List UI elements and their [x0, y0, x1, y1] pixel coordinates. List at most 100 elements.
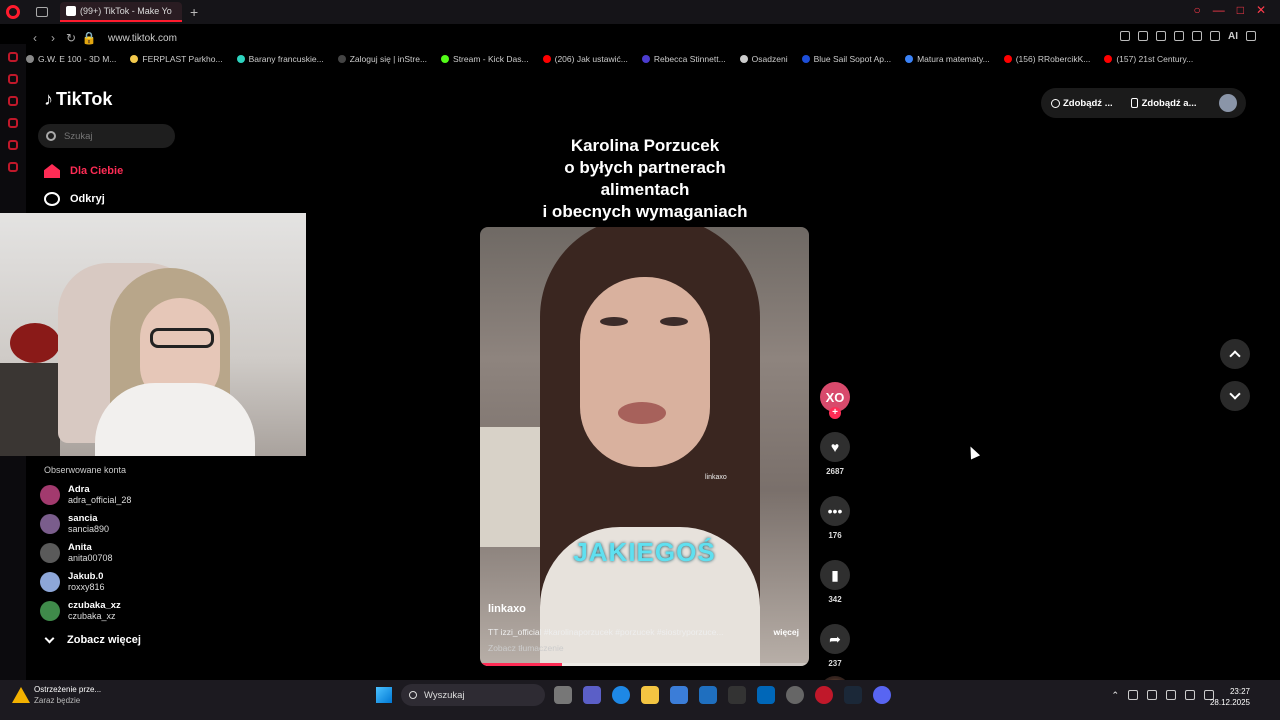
next-video-button[interactable]: [1220, 381, 1250, 411]
url-field[interactable]: www.tiktok.com: [108, 33, 177, 44]
sidebar-youtube-icon[interactable]: [8, 118, 18, 128]
extensions-icon[interactable]: [1192, 31, 1202, 41]
browser-tab[interactable]: (99+) TikTok - Make Yo: [60, 2, 182, 22]
back-button[interactable]: ‹: [26, 31, 44, 45]
nav-explore[interactable]: Odkryj: [44, 192, 105, 206]
lock-icon: 🔒: [81, 31, 97, 45]
search-box[interactable]: [38, 124, 175, 148]
followed-account[interactable]: czubaka_xz czubaka_xz: [40, 600, 121, 622]
menu-icon[interactable]: [1246, 31, 1256, 41]
app-icon[interactable]: [728, 686, 746, 704]
close-button[interactable]: ✕: [1256, 3, 1266, 17]
taskbar-search[interactable]: Wyszukaj: [401, 684, 545, 706]
tray-chevron-icon[interactable]: ⌃: [1111, 690, 1119, 701]
bookmark-item[interactable]: Matura matematy...: [905, 54, 990, 64]
opera-logo-icon[interactable]: [6, 5, 20, 19]
new-tab-button[interactable]: +: [190, 4, 198, 20]
bookmark-item[interactable]: (206) Jak ustawić...: [542, 54, 628, 64]
minimize-button[interactable]: —: [1213, 3, 1225, 17]
bookmark-item[interactable]: (156) RRobercikK...: [1003, 54, 1090, 64]
sidebar-instagram-icon[interactable]: [8, 74, 18, 84]
account-handle: adra_official_28: [68, 495, 132, 505]
forward-button[interactable]: ›: [44, 31, 62, 45]
followed-account[interactable]: Anita anita00708: [40, 542, 113, 564]
creator-avatar[interactable]: XO +: [820, 382, 850, 419]
maximize-button[interactable]: □: [1237, 3, 1244, 17]
video-progress-bar[interactable]: [480, 663, 809, 666]
shield-icon[interactable]: [1156, 31, 1166, 41]
opera-taskbar-icon[interactable]: [815, 686, 833, 704]
sidebar-messenger-icon[interactable]: [8, 52, 18, 62]
taskbar-search-label: Wyszukaj: [424, 689, 465, 701]
sidebar-whatsapp-icon[interactable]: [8, 96, 18, 106]
bookmark-icon[interactable]: [1120, 31, 1130, 41]
sidebar-x-icon[interactable]: [8, 140, 18, 150]
get-coins-label: Zdobądź ...: [1063, 97, 1113, 109]
bookmark-item[interactable]: Osadzeni: [739, 54, 788, 64]
network-icon[interactable]: [1185, 690, 1195, 700]
windows-start-button[interactable]: [376, 687, 392, 703]
tiktok-logo[interactable]: ♪ TikTok: [44, 89, 112, 110]
get-app-button[interactable]: Zdobądź a...: [1130, 97, 1197, 109]
bookmark-item[interactable]: FERPLAST Parkho...: [130, 54, 223, 64]
tab-manager-icon[interactable]: [36, 7, 48, 17]
like-button[interactable]: ♥: [820, 432, 850, 462]
mail-icon[interactable]: [699, 686, 717, 704]
clock[interactable]: 23:27 28.12.2025: [1210, 686, 1250, 708]
chrome-icon[interactable]: [786, 686, 804, 704]
account-handle: sancia890: [68, 524, 110, 534]
webcam-overlay: [0, 213, 306, 456]
file-explorer-icon[interactable]: [641, 686, 659, 704]
task-view-icon[interactable]: [554, 686, 572, 704]
room-background: [0, 363, 60, 456]
bookmark-favicon-icon: [26, 55, 34, 63]
microphone-icon[interactable]: [1166, 690, 1176, 700]
description-more-button[interactable]: więcej: [773, 627, 799, 637]
mouse-cursor-icon: [965, 444, 981, 460]
see-more-button[interactable]: Zobacz więcej: [44, 633, 141, 646]
follow-plus-button[interactable]: +: [829, 407, 841, 419]
steam-icon[interactable]: [844, 686, 862, 704]
edge-icon[interactable]: [612, 686, 630, 704]
bookmark-item[interactable]: Zaloguj się | inStre...: [337, 54, 427, 64]
followed-account[interactable]: sancia sancia890: [40, 513, 109, 535]
download-icon[interactable]: [1210, 31, 1220, 41]
get-coins-button[interactable]: Zdobądź ...: [1051, 98, 1113, 109]
bookmark-item[interactable]: Barany francuskie...: [236, 54, 324, 64]
previous-video-button[interactable]: [1220, 339, 1250, 369]
bookmark-item[interactable]: G.W. E 100 - 3D M...: [26, 54, 116, 64]
video-player[interactable]: linkaxo JAKIEGOŚ linkaxo TT izzi_officia…: [480, 227, 809, 666]
reload-button[interactable]: ↻: [62, 31, 80, 45]
tiktok-favicon-icon: [66, 6, 76, 16]
bookmark-item[interactable]: (157) 21st Century...: [1104, 54, 1193, 64]
followed-account[interactable]: Jakub.0 roxxy816: [40, 571, 105, 593]
video-author[interactable]: linkaxo: [488, 603, 526, 615]
video-person-face: [580, 277, 710, 467]
heart-icon[interactable]: [1174, 31, 1184, 41]
save-button[interactable]: ▮: [820, 560, 850, 590]
ai-button[interactable]: AI: [1228, 31, 1238, 42]
followed-account[interactable]: Adra adra_official_28: [40, 484, 131, 506]
app-icon[interactable]: [757, 686, 775, 704]
get-app-label: Zdobądź a...: [1141, 97, 1197, 109]
search-input[interactable]: [64, 130, 164, 142]
bookmark-item[interactable]: Stream - Kick Das...: [441, 54, 529, 64]
tray-icon[interactable]: [1147, 690, 1157, 700]
tray-icon[interactable]: [1128, 690, 1138, 700]
user-avatar[interactable]: [1218, 94, 1237, 112]
share-button[interactable]: ➦: [820, 624, 850, 654]
teams-icon[interactable]: [583, 686, 601, 704]
bookmark-favicon-icon: [236, 55, 245, 63]
comment-button[interactable]: •••: [820, 496, 850, 526]
nav-for-you[interactable]: Dla Ciebie: [44, 164, 123, 178]
sidebar-history-icon[interactable]: [8, 162, 18, 172]
snapshot-icon[interactable]: [1138, 31, 1148, 41]
weather-warning-widget[interactable]: Ostrzeżenie prze... Zaraz będzie: [12, 684, 101, 706]
search-tabs-icon[interactable]: ○: [1193, 3, 1200, 17]
bookmark-item[interactable]: Rebecca Stinnett...: [641, 54, 726, 64]
warning-subtitle: Zaraz będzie: [34, 696, 81, 705]
discord-icon[interactable]: [873, 686, 891, 704]
see-translation-link[interactable]: Zobacz tłumaczenie: [488, 643, 564, 653]
bookmark-item[interactable]: Blue Sail Sopot Ap...: [801, 54, 891, 64]
store-icon[interactable]: [670, 686, 688, 704]
